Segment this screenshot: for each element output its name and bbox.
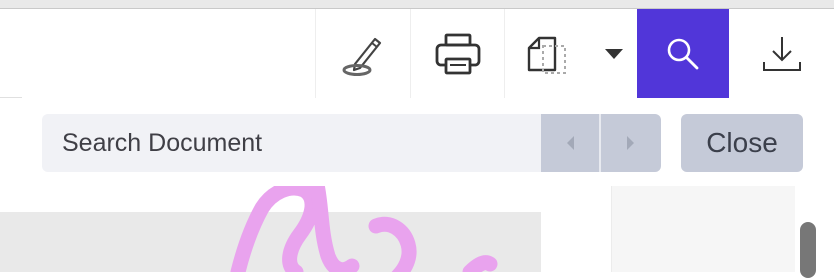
search-nav-group: [541, 114, 661, 172]
scrollbar-thumb[interactable]: [800, 222, 816, 278]
thumbnail-panel: [611, 186, 796, 272]
chevron-right-icon: [627, 136, 634, 150]
signature-drawing: [230, 186, 498, 272]
next-result-button[interactable]: [601, 114, 661, 172]
search-toggle-button[interactable]: [637, 9, 729, 98]
close-search-button[interactable]: Close: [681, 114, 803, 172]
page-layout-button[interactable]: [504, 9, 590, 98]
chevron-left-icon: [567, 136, 574, 150]
printer-icon: [435, 33, 480, 74]
window-top-edge: [0, 0, 834, 9]
magnifier-icon: [667, 38, 699, 69]
download-icon: [762, 36, 801, 71]
signature-pen-icon: [342, 37, 382, 76]
download-button[interactable]: [729, 9, 834, 98]
sign-button[interactable]: [315, 9, 410, 98]
copy-pages-icon: [527, 36, 566, 74]
previous-result-button[interactable]: [541, 114, 601, 172]
caret-down-icon: [604, 48, 623, 59]
more-options-button[interactable]: [590, 9, 637, 98]
search-input[interactable]: Search Document: [42, 114, 542, 172]
print-button[interactable]: [410, 9, 504, 98]
pdf-toolbar: [0, 9, 834, 98]
